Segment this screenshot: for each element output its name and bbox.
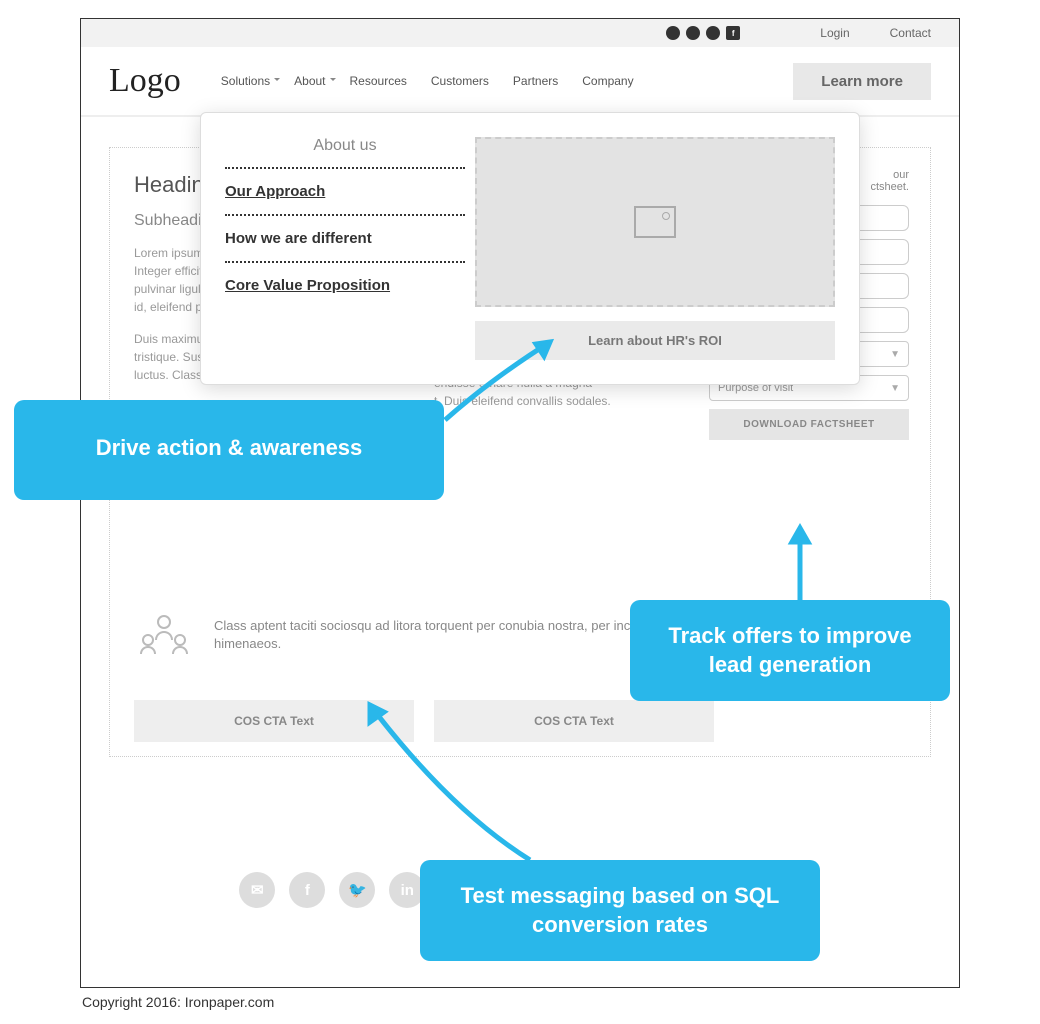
- people-icon: [134, 610, 194, 660]
- login-link[interactable]: Login: [820, 26, 849, 40]
- social-icon[interactable]: [666, 26, 680, 40]
- contact-link[interactable]: Contact: [890, 26, 931, 40]
- nav-resources[interactable]: Resources: [350, 74, 407, 88]
- page-copyright: Copyright 2016: Ironpaper.com: [82, 994, 274, 1010]
- callout-drive-action: Drive action & awareness: [14, 400, 444, 500]
- social-icon[interactable]: [706, 26, 720, 40]
- nav-partners[interactable]: Partners: [513, 74, 558, 88]
- main-nav: Solutions About Resources Customers Part…: [221, 74, 794, 88]
- megamenu-link-value[interactable]: Core Value Proposition: [225, 261, 465, 308]
- top-utility-bar: f Login Contact: [81, 19, 959, 47]
- learn-more-button[interactable]: Learn more: [793, 63, 931, 100]
- facebook-icon[interactable]: f: [289, 872, 325, 908]
- email-icon[interactable]: ✉: [239, 872, 275, 908]
- main-header: Logo Solutions About Resources Customers…: [81, 47, 959, 117]
- nav-about[interactable]: About: [294, 74, 325, 88]
- megamenu-title: About us: [225, 137, 465, 167]
- chevron-down-icon: ▼: [890, 349, 900, 360]
- benefit-row: Class aptent taciti sociosqu ad litora t…: [134, 610, 674, 660]
- megamenu-link-different[interactable]: How we are different: [225, 214, 465, 261]
- megamenu-image-placeholder: [475, 137, 835, 307]
- social-icon[interactable]: f: [726, 26, 740, 40]
- download-factsheet-button[interactable]: DOWNLOAD FACTSHEET: [709, 409, 909, 440]
- image-icon: [634, 206, 676, 238]
- social-icons-small: f: [666, 26, 740, 40]
- nav-customers[interactable]: Customers: [431, 74, 489, 88]
- arrow-icon: [350, 690, 550, 875]
- nav-company[interactable]: Company: [582, 74, 633, 88]
- nav-solutions[interactable]: Solutions: [221, 74, 270, 88]
- callout-test-messaging: Test messaging based on SQL conversion r…: [420, 860, 820, 961]
- chevron-down-icon: ▼: [890, 383, 900, 394]
- megamenu-link-approach[interactable]: Our Approach: [225, 167, 465, 214]
- arrow-icon: [440, 330, 570, 435]
- callout-track-offers: Track offers to improve lead generation: [630, 600, 950, 701]
- social-icon[interactable]: [686, 26, 700, 40]
- logo[interactable]: Logo: [109, 62, 181, 100]
- twitter-icon[interactable]: 🐦: [339, 872, 375, 908]
- benefit-text: Class aptent taciti sociosqu ad litora t…: [214, 617, 674, 653]
